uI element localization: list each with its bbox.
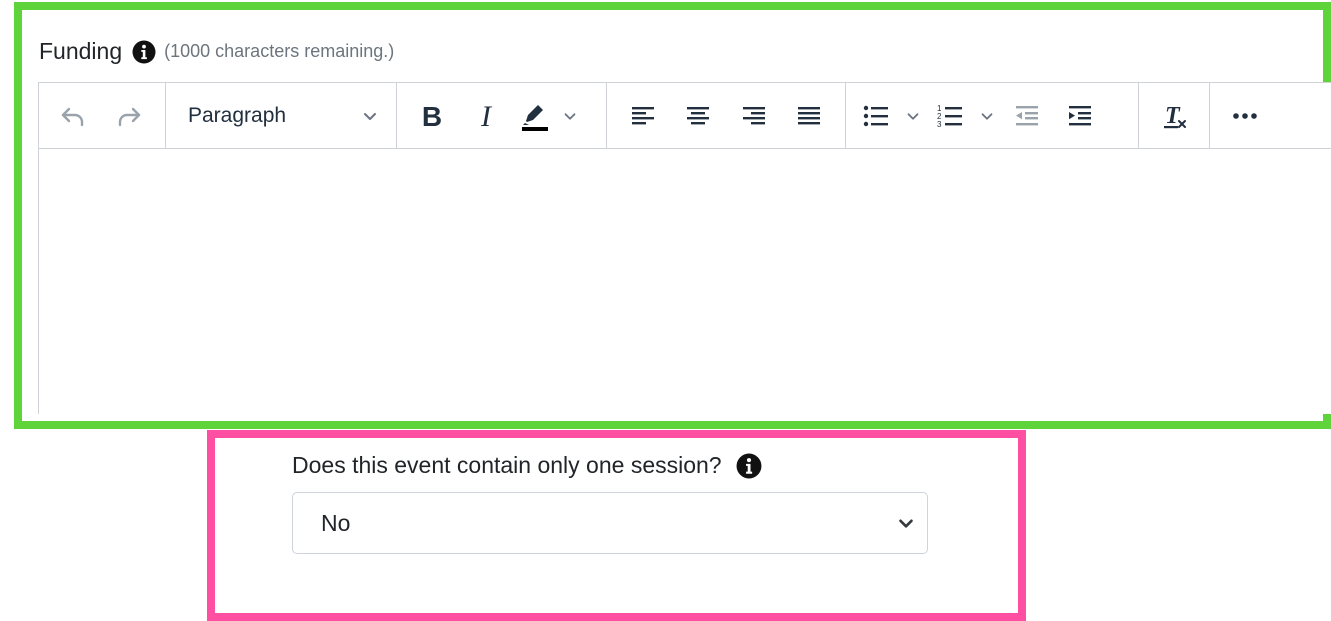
svg-text:I: I (480, 101, 493, 131)
bold-icon[interactable]: B (405, 94, 459, 138)
svg-text:T: T (1165, 103, 1181, 129)
block-format-value: Paragraph (188, 103, 287, 127)
highlight-color-icon[interactable] (513, 94, 555, 138)
editor-toolbar: Paragraph B I 1 2 3 T (39, 83, 1331, 149)
info-circle-icon[interactable] (132, 40, 156, 64)
numbered-list-icon[interactable]: 1 2 3 (928, 94, 972, 138)
chevron-down-icon (364, 112, 376, 120)
single-session-selected-value: No (321, 509, 351, 536)
highlight-chevron-down-icon[interactable] (555, 94, 585, 138)
rich-text-editor: Paragraph B I 1 2 3 T (38, 82, 1331, 414)
more-icon[interactable] (1216, 94, 1274, 138)
text-style-group: B I (397, 83, 607, 148)
redo-icon[interactable] (101, 94, 157, 138)
clear-format-group: T (1139, 83, 1210, 148)
session-question-row: Does this event contain only one session… (292, 452, 762, 479)
indent-icon[interactable] (1052, 94, 1108, 138)
characters-remaining: (1000 characters remaining.) (164, 41, 395, 61)
funding-highlight-frame: Funding (1000 characters remaining.) Par… (14, 2, 1331, 429)
single-session-select[interactable]: No (292, 492, 928, 554)
funding-label-row: Funding (1000 characters remaining.) (39, 38, 394, 65)
bullet-list-icon[interactable] (854, 94, 898, 138)
session-question-label: Does this event contain only one session… (292, 452, 722, 478)
alignment-group (607, 83, 846, 148)
undo-icon[interactable] (45, 94, 101, 138)
history-group (39, 83, 166, 148)
funding-label: Funding (39, 38, 123, 64)
block-format-dropdown[interactable]: Paragraph (172, 94, 390, 138)
info-circle-icon[interactable] (736, 453, 762, 479)
align-justify-icon[interactable] (782, 94, 838, 138)
session-highlight-frame: Does this event contain only one session… (207, 430, 1026, 621)
italic-icon[interactable]: I (459, 94, 513, 138)
svg-text:3: 3 (937, 120, 942, 129)
clear-formatting-icon[interactable]: T (1145, 94, 1203, 138)
align-center-icon[interactable] (671, 94, 727, 138)
list-indent-group: 1 2 3 (846, 83, 1139, 148)
chevron-down-icon (899, 519, 913, 528)
align-right-icon[interactable] (726, 94, 782, 138)
outdent-icon[interactable] (1002, 94, 1052, 138)
bullet-list-chevron-down-icon[interactable] (898, 94, 928, 138)
editor-content-area[interactable] (39, 149, 1331, 414)
numbered-list-chevron-down-icon[interactable] (972, 94, 1002, 138)
align-left-icon[interactable] (615, 94, 671, 138)
block-format-group: Paragraph (166, 83, 397, 148)
svg-text:B: B (422, 101, 442, 131)
more-group (1210, 83, 1280, 148)
